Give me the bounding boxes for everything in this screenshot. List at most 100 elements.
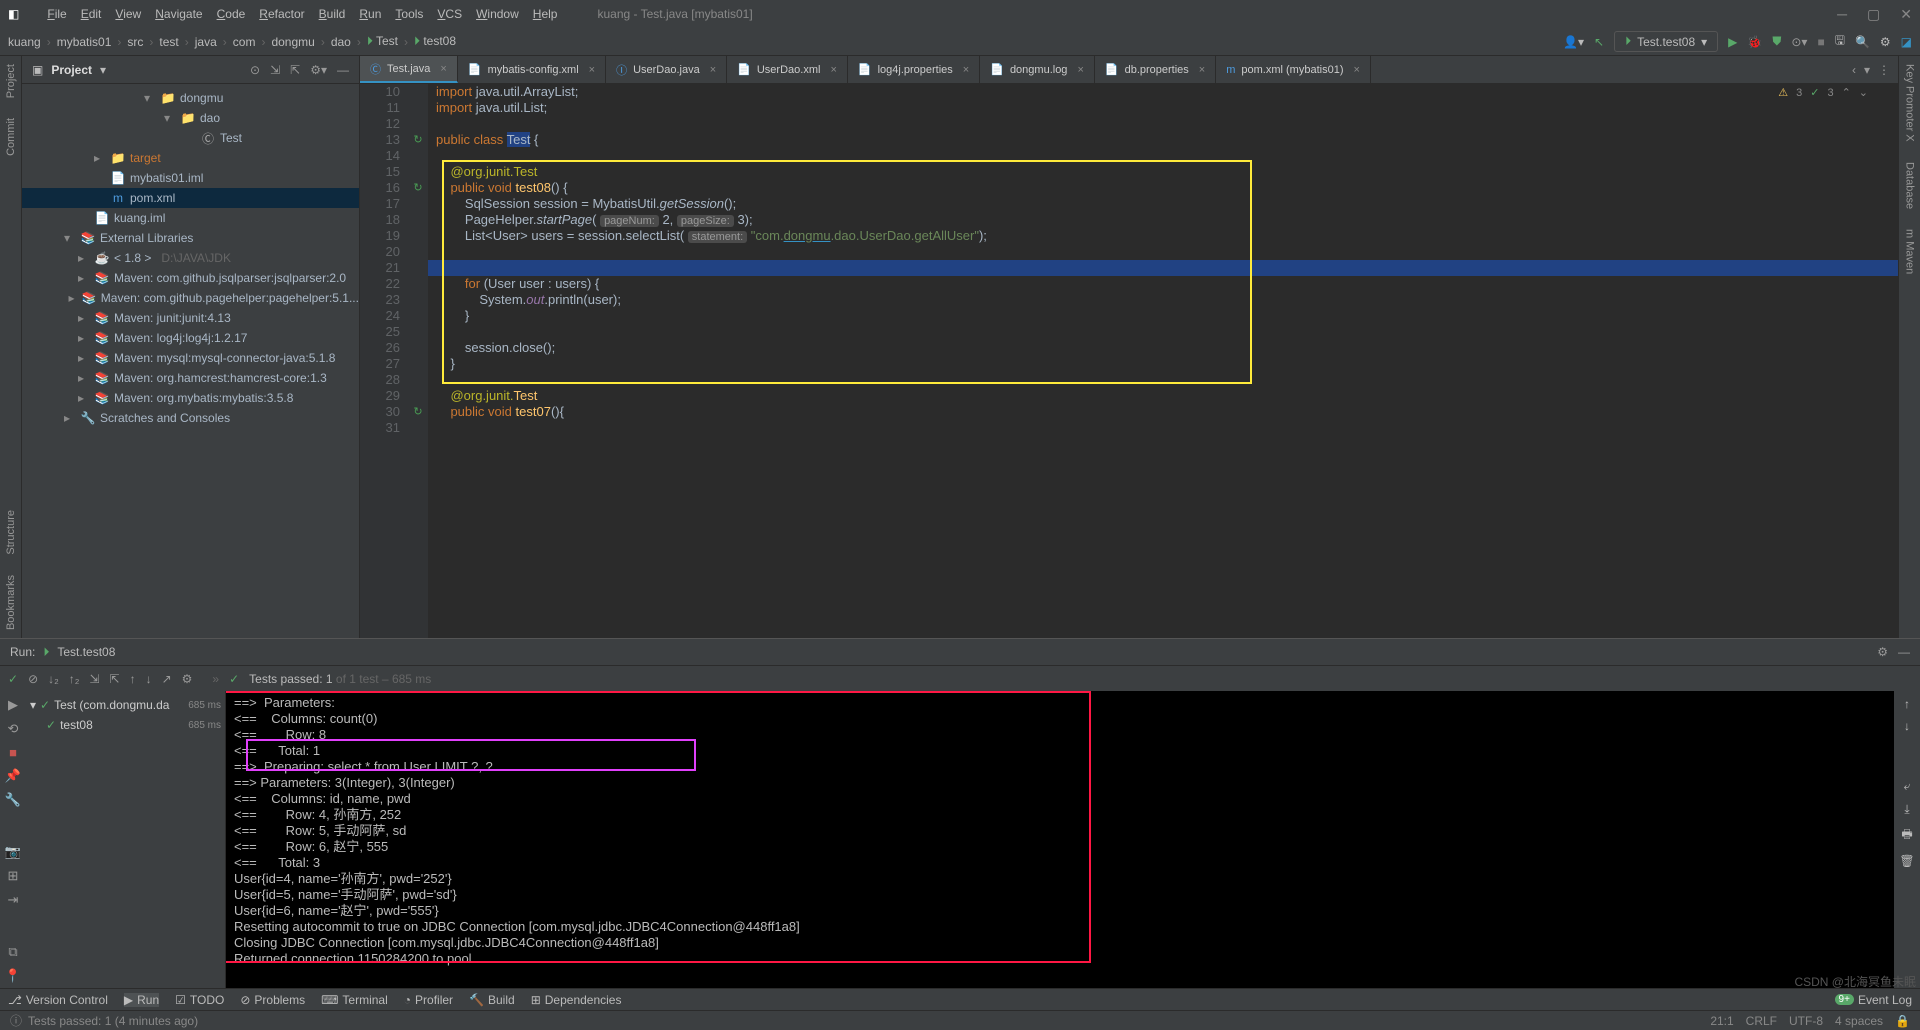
breadcrumb-item[interactable]: test [159, 35, 178, 49]
breadcrumb-item[interactable]: ⏵ Test [367, 34, 398, 49]
editor-tab[interactable]: 📄UserDao.xml× [727, 56, 848, 83]
stop-button2[interactable]: ■ [9, 745, 17, 760]
status-item[interactable]: 4 spaces [1835, 1014, 1883, 1028]
close-icon[interactable]: ✕ [1900, 6, 1912, 23]
tree-row[interactable]: ▸📚Maven: mysql:mysql-connector-java:5.1.… [22, 348, 359, 368]
editor-tab[interactable]: 📄dongmu.log× [980, 56, 1095, 83]
tab-more-icon[interactable]: ⋮ [1878, 63, 1890, 77]
import-icon[interactable]: ⇥ [8, 892, 19, 908]
expand-icon[interactable]: ⇲ [89, 672, 99, 686]
tree-row[interactable]: ▸📚Maven: junit:junit:4.13 [22, 308, 359, 328]
code-editor[interactable]: 1011121314151617181920212223242526272829… [360, 84, 1898, 638]
settings-icon[interactable]: ⚙ [1880, 35, 1891, 49]
gear-icon[interactable]: ⚙▾ [310, 63, 327, 77]
toolwindow-version-control[interactable]: ⎇Version Control [8, 993, 108, 1007]
tab-close-icon[interactable]: × [1077, 64, 1083, 76]
tree-row[interactable]: ▸📚Maven: log4j:log4j:1.2.17 [22, 328, 359, 348]
menu-window[interactable]: Window [476, 7, 519, 21]
tree-row[interactable]: ⒸTest [22, 128, 359, 148]
soft-wrap-icon[interactable]: ⤶ [1904, 779, 1911, 794]
menu-refactor[interactable]: Refactor [259, 7, 304, 21]
pin-icon[interactable]: 📌 [5, 768, 21, 784]
structure-tool-tab[interactable]: Structure [5, 510, 17, 555]
user-icon[interactable]: 👤▾ [1563, 35, 1584, 49]
collapse-icon[interactable]: ⇱ [110, 672, 120, 686]
select-opened-icon[interactable]: ⊙ [250, 63, 260, 77]
down-icon[interactable]: ⌄ [1859, 86, 1868, 99]
tree-row[interactable]: ▸☕< 1.8 >D:\JAVA\JDK [22, 248, 359, 268]
clear-icon[interactable]: 🗑 [1899, 854, 1914, 868]
database-tab[interactable]: Database [1904, 162, 1916, 209]
prev-icon[interactable]: ↑ [130, 672, 136, 686]
export-icon[interactable]: ↗ [162, 672, 172, 686]
project-tree[interactable]: ▾📁dongmu▾📁daoⒸTest▸📁target📄mybatis01.iml… [22, 84, 359, 638]
coverage-button[interactable]: ⛊ [1772, 34, 1781, 49]
breadcrumb-item[interactable]: ⏵ test08 [414, 34, 456, 49]
run-button[interactable]: ▶ [1728, 35, 1737, 49]
stop-button[interactable]: ■ [1817, 35, 1824, 49]
history-icon[interactable]: ⧉ [8, 944, 17, 960]
tests-failed-icon[interactable]: ⊘ [28, 672, 38, 686]
search-everywhere-icon[interactable]: 🔍 [1855, 35, 1870, 49]
breadcrumb-item[interactable]: dongmu [271, 35, 314, 49]
menu-vcs[interactable]: VCS [437, 7, 462, 21]
sort-icon[interactable]: ↓₂ [48, 672, 59, 686]
breadcrumb-item[interactable]: src [127, 35, 143, 49]
camera-icon[interactable]: 📷 [5, 844, 21, 860]
hide-panel-icon[interactable]: — [1898, 645, 1910, 659]
tree-row[interactable]: ▸📚Maven: org.hamcrest:hamcrest-core:1.3 [22, 368, 359, 388]
test-tree-row[interactable]: ✓test08685 ms [30, 715, 221, 735]
breadcrumb-item[interactable]: dao [331, 35, 351, 49]
tests-passed-check-icon[interactable]: ✓ [8, 672, 18, 686]
tree-row[interactable]: ▾📁dao [22, 108, 359, 128]
status-item[interactable]: UTF-8 [1789, 1014, 1823, 1028]
tab-close-icon[interactable]: × [1199, 64, 1205, 76]
down-arrow-icon[interactable]: ↓ [1904, 719, 1910, 733]
menu-help[interactable]: Help [533, 7, 558, 21]
tab-close-icon[interactable]: × [830, 64, 836, 76]
code-content[interactable]: ⚠3 ✓3 ⌃ ⌄ import java.util.ArrayList;imp… [428, 84, 1898, 638]
menu-build[interactable]: Build [319, 7, 346, 21]
gear-icon[interactable]: ⚙ [1877, 645, 1888, 659]
thumbtack-icon[interactable]: 📍 [5, 968, 21, 984]
breadcrumb-item[interactable]: java [195, 35, 217, 49]
menu-tools[interactable]: Tools [395, 7, 423, 21]
menu-run[interactable]: Run [359, 7, 381, 21]
tree-row[interactable]: ▸📚Maven: org.mybatis:mybatis:3.5.8 [22, 388, 359, 408]
maven-tab[interactable]: m Maven [1904, 229, 1916, 274]
project-dropdown-icon[interactable]: ▾ [100, 63, 106, 77]
expand-all-icon[interactable]: ⇲ [270, 63, 280, 77]
tab-close-icon[interactable]: × [963, 64, 969, 76]
sort2-icon[interactable]: ↑₂ [69, 672, 80, 686]
tree-row[interactable]: ▸📚Maven: com.github.pagehelper:pagehelpe… [22, 288, 359, 308]
editor-tab[interactable]: 📄db.properties× [1095, 56, 1216, 83]
tree-row[interactable]: ▸📁target [22, 148, 359, 168]
editor-tab[interactable]: ⒾUserDao.java× [606, 56, 727, 83]
editor-tab[interactable]: mpom.xml (mybatis01)× [1216, 56, 1371, 83]
profile-button[interactable]: ⊙▾ [1791, 35, 1807, 49]
tab-prev-icon[interactable]: ‹ [1852, 63, 1856, 77]
test-tree[interactable]: ▾✓Test (com.dongmu.da685 ms✓test08685 ms [26, 691, 226, 988]
tree-row[interactable]: mpom.xml [22, 188, 359, 208]
tree-row[interactable]: ▾📚External Libraries [22, 228, 359, 248]
toolwindow-todo[interactable]: ☑TODO [175, 993, 224, 1007]
hide-icon[interactable]: — [337, 63, 349, 77]
status-item[interactable]: 21:1 [1710, 1014, 1733, 1028]
bookmarks-tool-tab[interactable]: Bookmarks [5, 575, 17, 630]
rerun-button[interactable]: ▶ [8, 697, 18, 713]
tree-row[interactable]: ▸📚Maven: com.github.jsqlparser:jsqlparse… [22, 268, 359, 288]
run-config-selector[interactable]: ⏵ Test.test08 ▾ [1614, 31, 1718, 52]
event-log[interactable]: 9+Event Log [1835, 993, 1912, 1007]
rerun-failed-button[interactable]: ⟲ [8, 721, 19, 737]
wrench-icon[interactable]: 🔧 [5, 792, 21, 808]
toolwindow-run[interactable]: ▶Run [124, 993, 159, 1007]
up-arrow-icon[interactable]: ↑ [1904, 697, 1910, 711]
menu-edit[interactable]: Edit [81, 7, 102, 21]
toolwindow-dependencies[interactable]: ⊞Dependencies [531, 993, 622, 1007]
editor-tab[interactable]: 📄mybatis-config.xml× [458, 56, 606, 83]
print-icon[interactable]: 🖶 [1901, 825, 1912, 846]
editor-tab[interactable]: 📄log4j.properties× [848, 56, 980, 83]
menu-file[interactable]: File [47, 7, 66, 21]
menu-view[interactable]: View [115, 7, 141, 21]
tab-close-icon[interactable]: × [710, 64, 716, 76]
